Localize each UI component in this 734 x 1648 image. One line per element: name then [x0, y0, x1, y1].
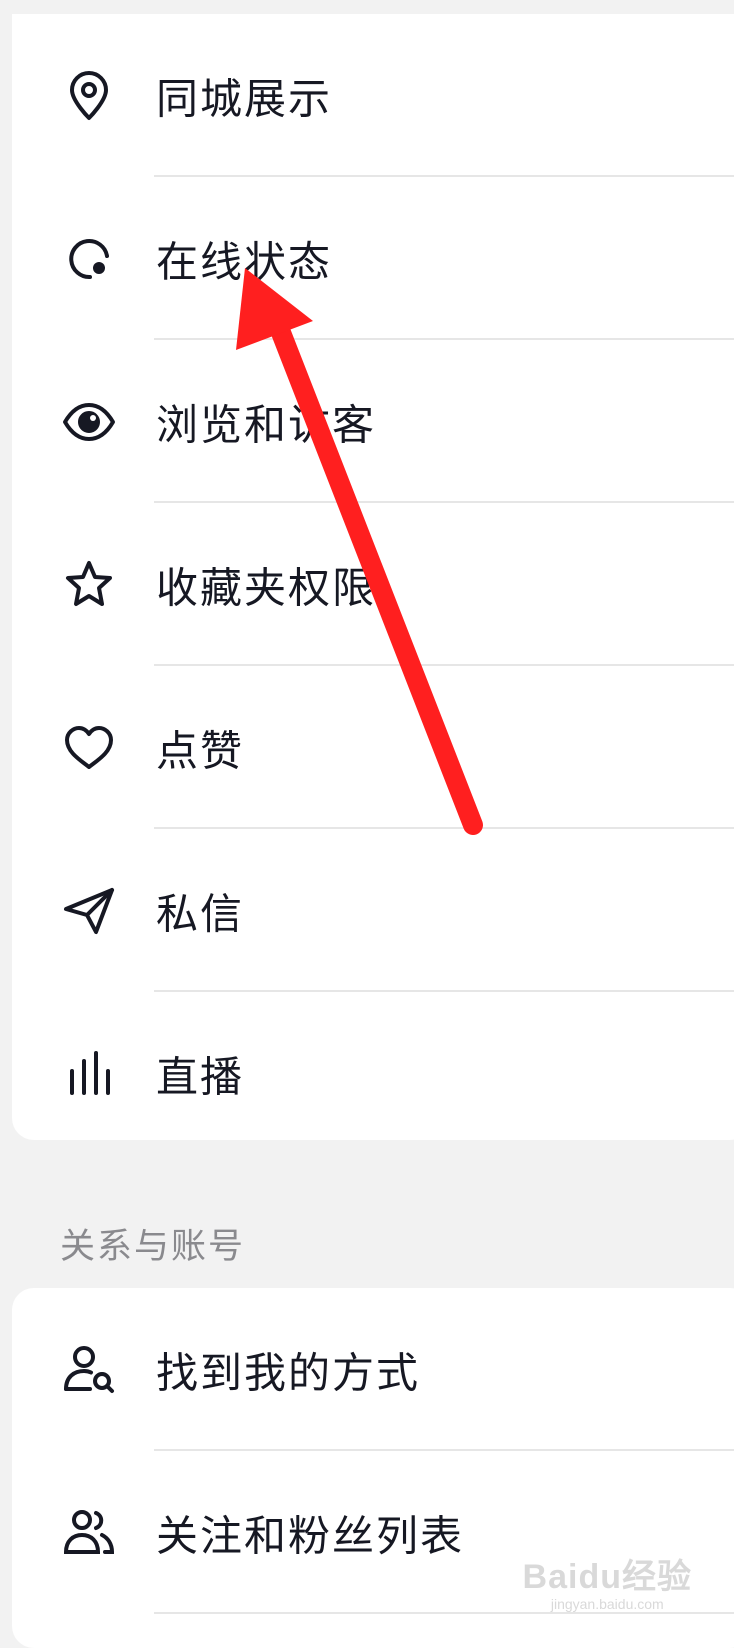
- paper-plane-icon: [62, 884, 116, 938]
- setting-item-favorites-permission[interactable]: 收藏夹权限: [12, 503, 734, 666]
- setting-item-browsing-visitors[interactable]: 浏览和访客: [12, 340, 734, 503]
- setting-item-private-message[interactable]: 私信: [12, 829, 734, 992]
- setting-label: 关注和粉丝列表: [156, 1511, 465, 1560]
- watermark-brand: Baidu经验: [522, 1558, 692, 1596]
- eye-icon: [62, 395, 116, 449]
- location-pin-icon: [62, 69, 116, 123]
- star-icon: [62, 558, 116, 612]
- setting-item-likes[interactable]: 点赞: [12, 666, 734, 829]
- setting-label: 点赞: [156, 726, 245, 775]
- setting-item-online-status[interactable]: 在线状态: [12, 177, 734, 340]
- online-status-icon: [62, 232, 116, 286]
- watermark-url: jingyan.baidu.com: [550, 1596, 664, 1612]
- setting-label: 找到我的方式: [156, 1348, 421, 1397]
- users-icon: [62, 1506, 116, 1560]
- setting-label: 浏览和访客: [156, 400, 377, 449]
- heart-icon: [62, 721, 116, 775]
- setting-label: 在线状态: [156, 237, 333, 286]
- setting-label: 直播: [156, 1052, 245, 1101]
- setting-item-find-me[interactable]: 找到我的方式: [12, 1288, 734, 1451]
- setting-item-nearby-display[interactable]: 同城展示: [12, 14, 734, 177]
- setting-label: 收藏夹权限: [156, 563, 377, 612]
- setting-item-live[interactable]: 直播: [12, 992, 734, 1155]
- setting-label: 私信: [156, 889, 245, 938]
- user-search-icon: [62, 1343, 116, 1397]
- setting-label: 同城展示: [156, 74, 333, 123]
- divider: [154, 1612, 734, 1614]
- baidu-jingyan-watermark: Baidu经验 jingyan.baidu.com: [523, 1549, 692, 1612]
- live-bars-icon: [62, 1047, 116, 1101]
- section-title-relations-account: 关系与账号: [60, 1227, 246, 1267]
- privacy-settings-card: 同城展示 在线状态 浏览和访客 收藏夹权限 点赞 私信 直播: [12, 14, 734, 1140]
